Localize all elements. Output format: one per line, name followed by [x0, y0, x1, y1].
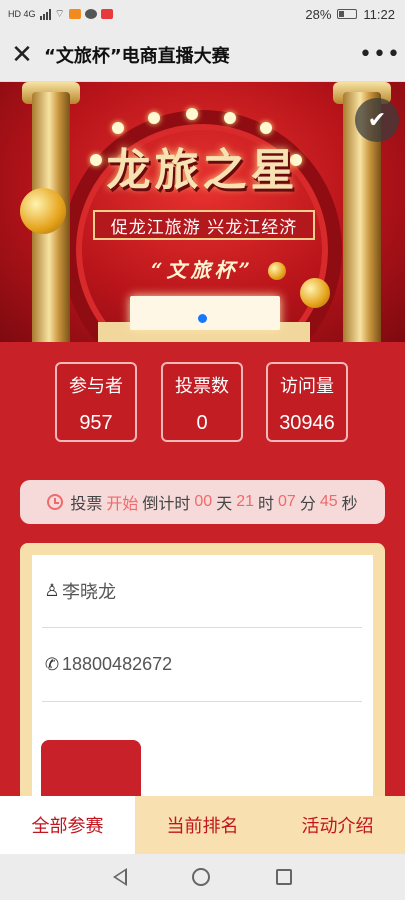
tab-all-entries[interactable]: 全部参赛 — [0, 796, 135, 854]
check-icon: ✔ — [367, 107, 387, 133]
banner-bulb — [260, 122, 272, 134]
stat-votes: 投票数 0 — [161, 362, 243, 442]
wifi-icon: ⌔ — [54, 7, 65, 20]
clock-time: 11:22 — [363, 6, 395, 22]
countdown-days: 00 — [194, 493, 213, 510]
stat-label: 投票数 — [175, 376, 229, 396]
clock-icon — [47, 494, 64, 510]
battery-icon — [337, 9, 358, 19]
app-icon-red — [100, 9, 113, 19]
bottom-tab-bar: 全部参赛 当前排名 活动介绍 — [0, 796, 405, 854]
countdown-days-unit: 天 — [216, 496, 233, 513]
stat-label: 访问量 — [280, 376, 334, 396]
signal-icon — [39, 8, 51, 20]
banner-title: 龙旅之星 — [106, 145, 299, 196]
banner-bulb — [224, 112, 236, 124]
tab-current-ranking[interactable]: 当前排名 — [135, 796, 270, 854]
stat-visits: 访问量 30946 — [266, 362, 348, 442]
banner-bulb — [148, 112, 160, 124]
stat-value: 0 — [196, 412, 208, 434]
user-icon: ♙ — [44, 580, 60, 600]
recent-apps-icon[interactable] — [276, 869, 293, 885]
page-title: “文旅杯”电商直播大赛 — [44, 45, 230, 67]
app-icon-orange — [68, 9, 81, 19]
floating-action-button[interactable]: ✔ — [355, 98, 399, 142]
stat-label: 参与者 — [69, 376, 123, 396]
countdown-prefix: 投票 — [70, 496, 103, 513]
banner-subtitle: “文旅杯” — [150, 258, 254, 282]
battery-percent: 28% — [305, 6, 332, 22]
close-icon: ✕ — [11, 39, 33, 70]
system-nav-bar — [0, 854, 405, 900]
participant-phone: 18800482672 — [62, 654, 173, 674]
banner-bulb — [112, 122, 124, 134]
banner-stage — [130, 296, 280, 330]
banner-slogan: 促龙江旅游 兴龙江经济 — [93, 210, 315, 240]
countdown-minutes: 07 — [278, 493, 296, 510]
stat-value: 30946 — [279, 412, 335, 434]
countdown-seconds-unit: 秒 — [341, 496, 358, 513]
vote-countdown: 投票 开始 倒计时 00 天 21 时 07 分 45 秒 — [20, 480, 385, 524]
banner-carousel[interactable]: 龙旅之星 促龙江旅游 兴龙江经济 “文旅杯” ✔ — [0, 82, 405, 342]
network-indicator: HD 4G — [8, 9, 36, 19]
title-bar: ✕ “文旅杯”电商直播大赛 ••• — [0, 28, 405, 82]
countdown-hours-unit: 时 — [258, 496, 275, 513]
participant-name-row: ♙ 李晓龙 — [42, 554, 362, 628]
status-bar: HD 4G ⌔ 28% 11:22 — [0, 0, 405, 28]
countdown-minutes-unit: 分 — [299, 496, 316, 513]
participant-name: 李晓龙 — [62, 581, 116, 602]
more-icon: ••• — [359, 42, 401, 67]
chat-icon — [84, 9, 97, 19]
countdown-hours: 21 — [236, 493, 254, 510]
close-button[interactable]: ✕ — [0, 28, 44, 82]
banner-bulb — [186, 108, 198, 120]
countdown-seconds: 45 — [319, 493, 338, 510]
phone-icon: ✆ — [44, 654, 60, 674]
stat-participants: 参与者 957 — [55, 362, 137, 442]
back-icon[interactable] — [112, 868, 127, 886]
carousel-indicator[interactable] — [198, 314, 207, 323]
stat-value: 957 — [79, 412, 113, 434]
more-button[interactable]: ••• — [355, 28, 405, 82]
countdown-state: 开始 — [106, 496, 139, 513]
countdown-label: 倒计时 — [142, 496, 191, 513]
home-icon[interactable] — [192, 868, 211, 886]
participant-phone-row: ✆ 18800482672 — [42, 628, 362, 702]
tab-event-intro[interactable]: 活动介绍 — [270, 796, 405, 854]
